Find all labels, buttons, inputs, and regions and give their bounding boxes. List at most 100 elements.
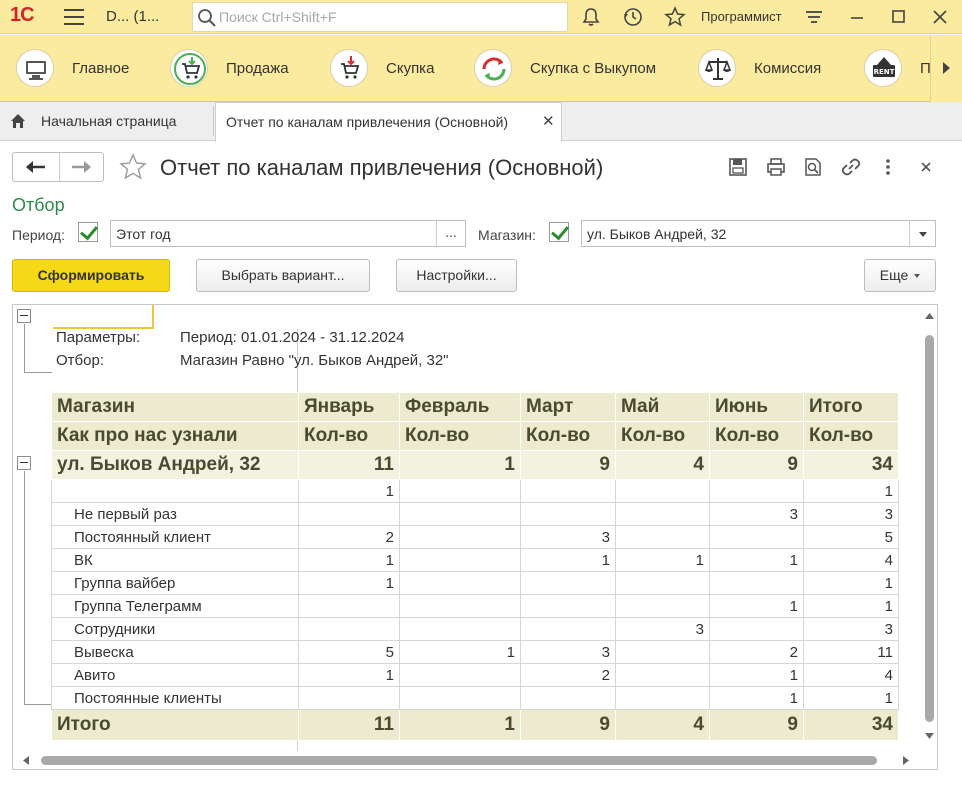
value-cell[interactable] xyxy=(520,571,616,595)
collapse-group-icon[interactable] xyxy=(17,456,31,470)
value-cell[interactable]: 1 xyxy=(803,479,899,503)
value-cell[interactable] xyxy=(399,594,521,618)
value-cell[interactable]: 1 xyxy=(298,548,400,572)
value-cell[interactable]: 4 xyxy=(803,548,899,572)
value-cell[interactable]: 5 xyxy=(803,525,899,549)
chevron-down-icon[interactable] xyxy=(909,221,935,246)
row-label-cell[interactable]: Не первый раз xyxy=(51,502,299,526)
value-cell[interactable]: Февраль xyxy=(399,392,521,422)
value-cell[interactable] xyxy=(709,479,804,503)
value-cell[interactable] xyxy=(615,502,710,526)
value-cell[interactable]: 1 xyxy=(709,594,804,618)
forward-button[interactable] xyxy=(59,153,104,181)
value-cell[interactable]: 1 xyxy=(298,571,400,595)
collapse-group-icon[interactable] xyxy=(17,309,31,323)
value-cell[interactable]: 1 xyxy=(520,548,616,572)
vertical-scrollbar[interactable] xyxy=(921,305,937,751)
value-cell[interactable]: 3 xyxy=(520,525,616,549)
tab-report[interactable]: Отчет по каналам привлечения (Основной) … xyxy=(215,102,562,142)
value-cell[interactable]: Кол-во xyxy=(615,421,710,451)
scrollbar-thumb[interactable] xyxy=(925,335,934,722)
link-icon[interactable] xyxy=(840,156,862,178)
value-cell[interactable] xyxy=(520,686,616,710)
period-choose-button[interactable]: ... xyxy=(436,221,465,246)
close-form-icon[interactable] xyxy=(915,156,937,178)
value-cell[interactable] xyxy=(399,525,521,549)
scroll-down-icon[interactable] xyxy=(925,733,934,739)
value-cell[interactable]: 1 xyxy=(298,663,400,687)
settings-button[interactable]: Настройки... xyxy=(396,259,517,292)
row-label-cell[interactable]: ул. Быков Андрей, 32 xyxy=(51,450,299,480)
sections-scroll-right[interactable] xyxy=(930,35,962,102)
value-cell[interactable]: 1 xyxy=(803,571,899,595)
value-cell[interactable] xyxy=(520,594,616,618)
value-cell[interactable]: Кол-во xyxy=(709,421,804,451)
value-cell[interactable]: 9 xyxy=(520,450,616,480)
period-checkbox[interactable] xyxy=(78,222,98,242)
value-cell[interactable]: 1 xyxy=(803,686,899,710)
value-cell[interactable] xyxy=(520,479,616,503)
value-cell[interactable] xyxy=(615,663,710,687)
report-spreadsheet[interactable]: Параметры: Период: 01.01.2024 - 31.12.20… xyxy=(12,304,938,770)
value-cell[interactable]: 11 xyxy=(298,709,400,741)
row-label-cell[interactable]: Сотрудники xyxy=(51,617,299,641)
preview-icon[interactable] xyxy=(802,156,824,178)
choose-variant-button[interactable]: Выбрать вариант... xyxy=(196,259,370,292)
value-cell[interactable]: 2 xyxy=(520,663,616,687)
row-label-cell[interactable]: Группа вайбер xyxy=(51,571,299,595)
generate-button[interactable]: Сформировать xyxy=(12,259,170,292)
value-cell[interactable] xyxy=(399,548,521,572)
scroll-up-icon[interactable] xyxy=(925,313,934,319)
value-cell[interactable]: Март xyxy=(520,392,616,422)
value-cell[interactable] xyxy=(399,502,521,526)
value-cell[interactable]: 9 xyxy=(709,450,804,480)
value-cell[interactable] xyxy=(615,640,710,664)
shop-checkbox[interactable] xyxy=(549,222,569,242)
value-cell[interactable]: 1 xyxy=(399,709,521,741)
row-label-cell[interactable]: Итого xyxy=(51,709,299,741)
period-field[interactable]: Этот год ... xyxy=(110,220,466,247)
value-cell[interactable] xyxy=(298,617,400,641)
value-cell[interactable] xyxy=(615,686,710,710)
row-label-cell[interactable]: Постоянный клиент xyxy=(51,525,299,549)
value-cell[interactable] xyxy=(520,617,616,641)
value-cell[interactable]: 3 xyxy=(520,640,616,664)
row-label-cell[interactable]: Группа Телеграмм xyxy=(51,594,299,618)
close-tab-icon[interactable]: ✕ xyxy=(542,112,555,130)
horizontal-scrollbar[interactable] xyxy=(13,751,919,769)
value-cell[interactable] xyxy=(298,502,400,526)
bell-icon[interactable] xyxy=(580,6,602,28)
value-cell[interactable]: 3 xyxy=(803,502,899,526)
value-cell[interactable]: 1 xyxy=(803,594,899,618)
value-cell[interactable] xyxy=(399,686,521,710)
row-label-cell[interactable]: ВК xyxy=(51,548,299,572)
value-cell[interactable]: 9 xyxy=(709,709,804,741)
value-cell[interactable] xyxy=(298,594,400,618)
value-cell[interactable]: 11 xyxy=(298,450,400,480)
value-cell[interactable]: 5 xyxy=(298,640,400,664)
value-cell[interactable] xyxy=(709,525,804,549)
value-cell[interactable] xyxy=(298,686,400,710)
value-cell[interactable] xyxy=(709,617,804,641)
user-name[interactable]: Программист xyxy=(701,9,782,24)
active-cell[interactable] xyxy=(53,305,154,329)
row-label-cell[interactable]: Вывеска xyxy=(51,640,299,664)
value-cell[interactable] xyxy=(399,663,521,687)
value-cell[interactable]: Июнь xyxy=(709,392,804,422)
value-cell[interactable]: 3 xyxy=(615,617,710,641)
value-cell[interactable] xyxy=(399,571,521,595)
search-input[interactable]: Поиск Ctrl+Shift+F xyxy=(192,2,568,32)
scroll-left-icon[interactable] xyxy=(23,756,29,765)
value-cell[interactable] xyxy=(399,617,521,641)
save-icon[interactable] xyxy=(727,156,749,178)
value-cell[interactable]: Май xyxy=(615,392,710,422)
value-cell[interactable]: 34 xyxy=(803,709,899,741)
value-cell[interactable]: 4 xyxy=(803,663,899,687)
more-button[interactable]: Еще xyxy=(864,259,936,292)
favorite-star-icon[interactable] xyxy=(118,152,148,182)
row-label-cell[interactable]: Как про нас узнали xyxy=(51,421,299,451)
value-cell[interactable]: 1 xyxy=(615,548,710,572)
value-cell[interactable] xyxy=(615,479,710,503)
settings-menu-icon[interactable] xyxy=(803,6,825,28)
tab-home[interactable]: Начальная страница xyxy=(0,102,213,140)
